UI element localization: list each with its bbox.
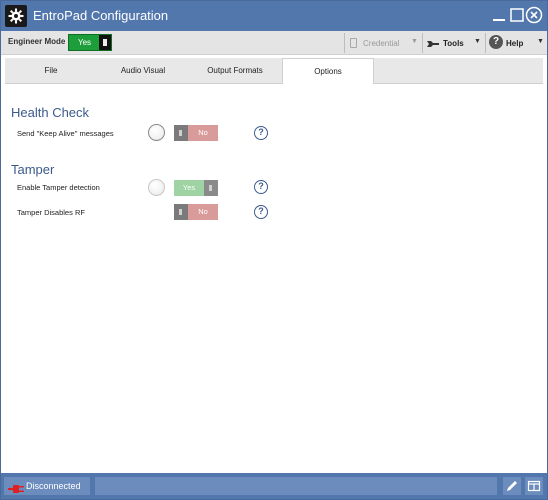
minimize-icon[interactable] (490, 6, 508, 24)
enable-tamper-toggle[interactable]: Yes (174, 180, 218, 196)
enable-tamper-value: Yes (174, 180, 204, 196)
plug-icon (8, 481, 24, 499)
card-icon (350, 38, 357, 48)
tab-file[interactable]: File (5, 58, 97, 84)
enable-tamper-label: Enable Tamper detection (17, 183, 100, 192)
help-icon[interactable]: ? (254, 180, 268, 194)
chevron-down-icon: ▼ (411, 38, 418, 45)
tools-label: Tools (443, 39, 464, 48)
options-panel: Health Check Send "Keep Alive" messages … (5, 84, 543, 470)
tools-menu[interactable]: Tools ▼ (424, 31, 484, 55)
status-message-area (95, 477, 497, 495)
tamper-disables-rf-value: No (188, 204, 218, 220)
tamper-disables-rf-toggle[interactable]: No (174, 204, 218, 220)
tamper-heading: Tamper (11, 162, 55, 177)
engineer-mode-label: Engineer Mode (8, 37, 66, 46)
toolbar-divider (485, 33, 486, 53)
pencil-icon[interactable] (503, 477, 521, 495)
help-icon[interactable]: ? (254, 126, 268, 140)
toolbar: Engineer Mode Yes Credential ▼ Tools ▼ ?… (1, 31, 547, 55)
maximize-icon[interactable] (508, 6, 526, 24)
tab-output-formats[interactable]: Output Formats (189, 58, 281, 84)
keep-alive-toggle[interactable]: No (174, 125, 218, 141)
help-icon: ? (489, 35, 503, 49)
toolbar-divider (344, 33, 345, 53)
tab-options[interactable]: Options (282, 58, 374, 85)
close-icon[interactable] (525, 6, 543, 24)
toggle-knob (99, 35, 111, 50)
window-icon[interactable] (525, 477, 543, 495)
help-label: Help (506, 39, 524, 48)
credential-dropdown[interactable]: Credential ▼ (347, 31, 421, 55)
engineer-mode-toggle[interactable]: Yes (68, 34, 112, 51)
keep-alive-radio[interactable] (148, 124, 165, 141)
title-bar[interactable]: EntroPad Configuration (1, 1, 547, 31)
tab-audio-visual[interactable]: Audio Visual (97, 58, 189, 84)
tamper-disables-rf-label: Tamper Disables RF (17, 208, 85, 217)
help-icon[interactable]: ? (254, 205, 268, 219)
gear-icon (5, 5, 27, 27)
window-title: EntroPad Configuration (33, 8, 169, 23)
toggle-knob (174, 204, 188, 220)
keep-alive-label: Send "Keep Alive" messages (17, 129, 114, 138)
credential-label: Credential (363, 39, 400, 48)
chevron-down-icon: ▼ (474, 38, 481, 45)
toolbar-divider (422, 33, 423, 53)
connection-status[interactable]: Disconnected (4, 477, 90, 495)
app-window: EntroPad Configuration Engineer Mode Yes… (0, 0, 548, 500)
health-check-heading: Health Check (11, 105, 90, 120)
wrench-icon (426, 36, 440, 52)
chevron-down-icon: ▼ (537, 38, 544, 45)
status-bar: Disconnected (1, 473, 547, 499)
keep-alive-value: No (188, 125, 218, 141)
connection-status-text: Disconnected (26, 481, 81, 491)
engineer-mode-value: Yes (77, 38, 92, 47)
toggle-knob (204, 180, 218, 196)
toggle-knob (174, 125, 188, 141)
tab-bar: File Audio Visual Output Formats Options (5, 58, 543, 85)
enable-tamper-radio[interactable] (148, 179, 165, 196)
help-menu[interactable]: ? Help ▼ (487, 31, 545, 55)
